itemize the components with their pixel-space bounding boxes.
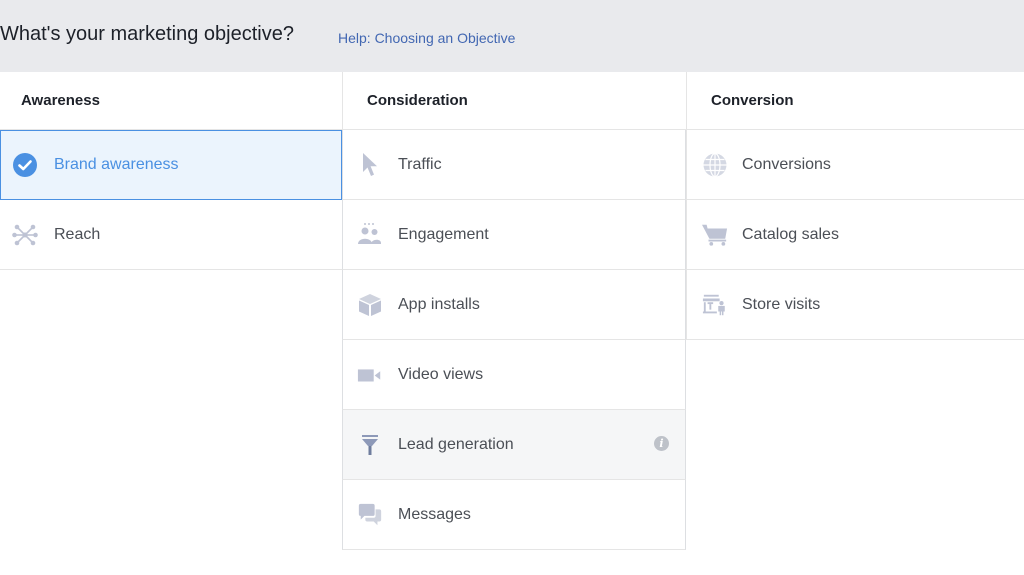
help-choosing-objective-link[interactable]: Help: Choosing an Objective bbox=[338, 30, 515, 46]
objective-app-installs[interactable]: App installs bbox=[342, 270, 686, 340]
page-title: What's your marketing objective? bbox=[0, 23, 294, 45]
objective-traffic[interactable]: Traffic bbox=[342, 130, 686, 200]
objective-label: Catalog sales bbox=[742, 226, 839, 243]
reach-network-icon bbox=[12, 222, 38, 248]
funnel-icon bbox=[357, 432, 383, 458]
objective-store-visits[interactable]: Store visits bbox=[686, 270, 1024, 340]
page-header: What's your marketing objective? Help: C… bbox=[0, 0, 1024, 72]
store-visit-icon bbox=[702, 292, 728, 318]
objective-label: Lead generation bbox=[398, 436, 514, 453]
check-circle-icon bbox=[12, 152, 38, 178]
objective-messages[interactable]: Messages bbox=[342, 480, 686, 550]
cursor-icon bbox=[357, 152, 383, 178]
objective-label: Reach bbox=[54, 226, 101, 243]
shopping-cart-icon bbox=[702, 222, 728, 248]
objective-label: Messages bbox=[398, 506, 471, 523]
objective-label: Traffic bbox=[398, 156, 442, 173]
column-awareness: Awareness Brand awareness Reach bbox=[0, 72, 342, 270]
objective-catalog-sales[interactable]: Catalog sales bbox=[686, 200, 1024, 270]
people-icon bbox=[357, 222, 383, 248]
column-heading: Consideration bbox=[342, 72, 686, 130]
objective-video-views[interactable]: Video views bbox=[342, 340, 686, 410]
objective-label: Brand awareness bbox=[54, 156, 179, 173]
column-heading: Awareness bbox=[0, 72, 342, 130]
chat-bubbles-icon bbox=[357, 502, 383, 528]
objective-label: Engagement bbox=[398, 226, 489, 243]
objective-conversions[interactable]: Conversions bbox=[686, 130, 1024, 200]
objective-engagement[interactable]: Engagement bbox=[342, 200, 686, 270]
box-icon bbox=[357, 292, 383, 318]
objective-label: Video views bbox=[398, 366, 484, 383]
objective-reach[interactable]: Reach bbox=[0, 200, 342, 270]
objective-brand-awareness[interactable]: Brand awareness bbox=[0, 130, 342, 200]
column-conversion: Conversion Conversions Catalog sales Sto… bbox=[686, 72, 1024, 340]
info-icon[interactable]: i bbox=[654, 436, 669, 451]
objective-label: App installs bbox=[398, 296, 480, 313]
column-heading: Conversion bbox=[686, 72, 1024, 130]
column-consideration: Consideration Traffic Engagement App ins… bbox=[342, 72, 686, 550]
video-camera-icon bbox=[357, 362, 383, 388]
objective-label: Conversions bbox=[742, 156, 831, 173]
globe-icon bbox=[702, 152, 728, 178]
objective-lead-generation[interactable]: Lead generation i bbox=[342, 410, 686, 480]
objective-label: Store visits bbox=[742, 296, 821, 313]
